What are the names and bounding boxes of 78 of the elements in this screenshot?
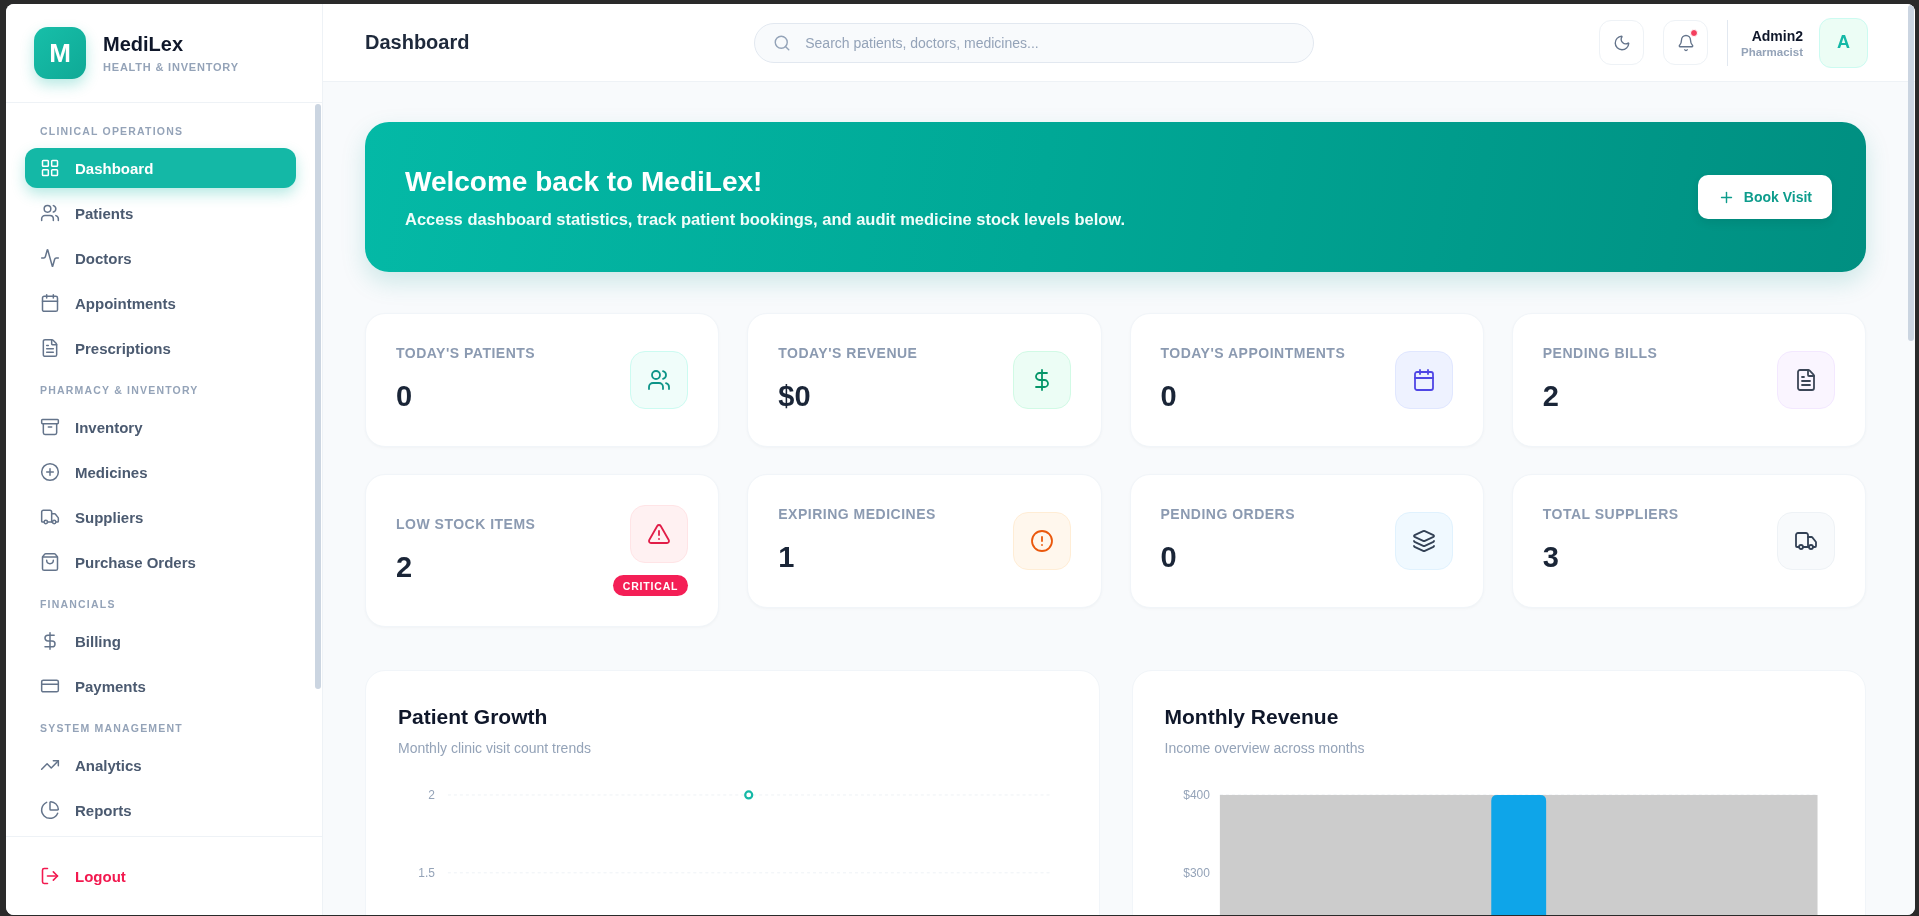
calendar-icon <box>1394 351 1453 409</box>
app-name: MediLex <box>103 32 185 56</box>
status-badge: CRITICAL <box>612 575 689 596</box>
stat-value: 2 <box>1542 379 1559 414</box>
scrollbar-thumb[interactable] <box>315 104 321 689</box>
logout-button[interactable]: Logout <box>25 856 296 896</box>
stat-label: TOTAL SUPPLIERS <box>1542 505 1679 523</box>
axis-tick-label: 2 <box>428 787 435 802</box>
calendar-icon <box>40 293 60 313</box>
axis-tick-label: $400 <box>1182 787 1210 802</box>
user-name: Admin2 <box>1751 27 1803 44</box>
nav-item[interactable]: Patients <box>25 193 296 233</box>
document-icon <box>40 338 60 358</box>
nav-item[interactable]: Inventory <box>25 407 296 447</box>
search-field[interactable]: Search patients, doctors, medicines... <box>754 22 1315 63</box>
stat-value: $0 <box>778 379 811 414</box>
banner-subtitle: Access dashboard statistics, track patient bookings, and audit medicine stock levels below. <box>405 209 1126 229</box>
stat-value: 0 <box>396 379 413 414</box>
users-icon <box>40 203 60 223</box>
nav-item[interactable]: Purchase Orders <box>25 542 296 582</box>
pulse-icon <box>40 248 60 268</box>
axis-tick-label: $300 <box>1182 865 1210 880</box>
pie-chart-icon <box>40 800 60 820</box>
nav-item[interactable]: Prescriptions <box>25 328 296 368</box>
section-heading: FINANCIALS <box>39 597 116 611</box>
section-heading: SYSTEM MANAGEMENT <box>39 721 183 735</box>
logout-icon <box>40 866 60 886</box>
nav-item[interactable]: Doctors <box>25 238 296 278</box>
document-icon <box>1777 351 1835 409</box>
truck-icon <box>40 507 60 527</box>
truck-icon <box>1777 512 1835 570</box>
chart-subtitle: Monthly clinic visit count trends <box>398 739 591 757</box>
stat-value: 0 <box>1160 540 1177 575</box>
section-heading: CLINICAL OPERATIONS <box>39 124 184 138</box>
nav-item[interactable]: Payments <box>25 666 296 706</box>
stat-label: TODAY'S PATIENTS <box>396 344 536 362</box>
nav-item[interactable]: Suppliers <box>25 497 296 537</box>
chart-title: Patient Growth <box>398 704 548 730</box>
stat-label: TODAY'S APPOINTMENTS <box>1160 344 1346 362</box>
layers-icon <box>1394 512 1453 570</box>
stat-value: 1 <box>778 540 795 575</box>
archive-box-icon <box>40 417 60 437</box>
nav-item[interactable]: Billing <box>25 621 296 661</box>
page-title: Dashboard <box>365 31 470 54</box>
moon-icon <box>1612 33 1631 52</box>
credit-card-icon <box>40 676 60 696</box>
stat-value: 0 <box>1160 379 1177 414</box>
notifications-button[interactable] <box>1663 20 1708 65</box>
theme-toggle-button[interactable] <box>1599 20 1644 65</box>
users-icon <box>630 351 689 409</box>
search-icon <box>773 33 792 52</box>
chart-title: Monthly Revenue <box>1164 704 1339 730</box>
chart-subtitle: Income overview across months <box>1164 739 1365 757</box>
section-heading: PHARMACY & INVENTORY <box>39 383 199 397</box>
dollar-icon <box>1012 351 1071 409</box>
nav-item[interactable]: Appointments <box>25 283 296 323</box>
stat-label: LOW STOCK ITEMS <box>396 514 536 533</box>
nav-item[interactable]: Reports <box>25 790 296 830</box>
shopping-bag-icon <box>40 552 60 572</box>
stat-label: TODAY'S REVENUE <box>778 344 918 362</box>
grid-icon <box>40 158 60 178</box>
stat-label: PENDING ORDERS <box>1160 505 1296 523</box>
stat-label: PENDING BILLS <box>1542 344 1658 362</box>
axis-tick-label: 1.5 <box>418 865 435 880</box>
bell-icon <box>1676 33 1695 52</box>
data-point <box>744 790 754 800</box>
banner-title: Welcome back to MediLex! <box>405 165 763 199</box>
user-role: Pharmacist <box>1741 45 1803 58</box>
app-tagline: HEALTH & INVENTORY <box>103 60 239 74</box>
scrollbar-thumb[interactable] <box>1908 5 1914 341</box>
nav-item[interactable]: Analytics <box>25 745 296 785</box>
plus-circle-icon <box>40 462 60 482</box>
stat-value: 3 <box>1542 540 1559 575</box>
warning-icon <box>630 505 689 563</box>
stat-label: EXPIRING MEDICINES <box>778 505 936 523</box>
nav-item[interactable]: Medicines <box>25 452 296 492</box>
stat-value: 2 <box>396 549 413 585</box>
app-logo: M <box>34 27 86 79</box>
